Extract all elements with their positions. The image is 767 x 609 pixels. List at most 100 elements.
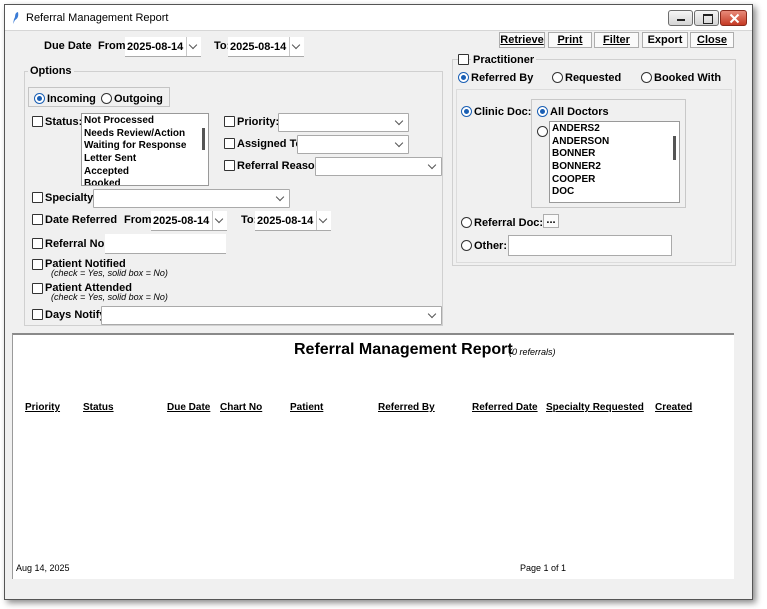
outgoing-radio[interactable]: [101, 93, 112, 104]
doctor-list-item[interactable]: BONNER: [550, 148, 679, 161]
specific-doctor-radio[interactable]: [537, 126, 548, 137]
window-title: Referral Management Report: [26, 12, 169, 24]
referral-doc-radio[interactable]: [461, 217, 472, 228]
referral-no-checkbox[interactable]: [32, 238, 43, 249]
referral-no-input[interactable]: [105, 234, 226, 254]
referral-reason-label: Referral Reason:: [237, 160, 326, 172]
referral-reason-checkbox[interactable]: [224, 160, 235, 171]
ellipsis-label: ...: [546, 214, 556, 226]
booked-with-label: Booked With: [654, 72, 722, 84]
clinic-doc-label: Clinic Doc:: [474, 106, 532, 118]
close-window-button[interactable]: [720, 10, 747, 26]
practitioner-label: Practitioner: [471, 54, 537, 66]
col-patient[interactable]: Patient: [290, 402, 323, 413]
col-referred-by[interactable]: Referred By: [378, 402, 435, 413]
date-referred-from-value: 2025-08-14: [153, 215, 210, 227]
status-list-item[interactable]: Accepted: [82, 166, 208, 179]
chevron-down-icon[interactable]: [212, 211, 227, 230]
col-referred-date[interactable]: Referred Date: [472, 402, 538, 413]
chevron-down-icon[interactable]: [289, 37, 304, 56]
doctor-scrollbar[interactable]: [673, 136, 676, 160]
col-specialty-requested[interactable]: Specialty Requested: [546, 402, 644, 413]
specialty-dropdown[interactable]: [93, 189, 290, 208]
filter-button[interactable]: Filter: [594, 32, 639, 48]
priority-checkbox[interactable]: [224, 116, 235, 127]
print-label: Print: [557, 34, 583, 46]
filter-label: Filter: [603, 34, 630, 46]
doctor-list-item[interactable]: ANDERS2: [550, 123, 679, 136]
status-listbox[interactable]: Not Processed Needs Review/Action Waiting …: [81, 113, 209, 186]
doctor-list-item[interactable]: DOC: [550, 186, 679, 199]
days-notify-label: Days Notify:: [45, 309, 110, 321]
referral-doc-browse-button[interactable]: ...: [543, 214, 559, 228]
assigned-dropdown[interactable]: [297, 135, 409, 154]
col-status[interactable]: Status: [83, 402, 114, 413]
due-from-date[interactable]: 2025-08-14: [125, 37, 201, 57]
date-referred-label: Date Referred: [45, 214, 118, 226]
close-label: Close: [697, 34, 727, 46]
chevron-down-icon[interactable]: [316, 211, 331, 230]
patient-notified-checkbox[interactable]: [32, 259, 43, 270]
close-icon: [729, 13, 740, 24]
report-title: Referral Management Report: [294, 341, 513, 358]
report-preview: Referral Management Report (0 referrals)…: [12, 333, 734, 579]
status-list-item[interactable]: Needs Review/Action: [82, 128, 208, 141]
other-input[interactable]: [508, 235, 672, 256]
date-referred-checkbox[interactable]: [32, 214, 43, 225]
practitioner-checkbox[interactable]: [458, 54, 469, 65]
referred-by-radio[interactable]: [458, 72, 469, 83]
days-notify-checkbox[interactable]: [32, 309, 43, 320]
priority-label: Priority:: [237, 116, 280, 128]
priority-dropdown[interactable]: [278, 113, 409, 132]
patient-notified-hint: (check = Yes, solid box = No): [51, 268, 168, 278]
report-window: Referral Management Report Due Date From…: [4, 4, 753, 600]
status-list-item[interactable]: Not Processed: [82, 115, 208, 128]
print-button[interactable]: Print: [548, 32, 592, 48]
status-list-item[interactable]: Booked: [82, 178, 208, 185]
report-count: (0 referrals): [509, 347, 556, 357]
doctor-list-item[interactable]: COOPER: [550, 174, 679, 187]
col-chart-no[interactable]: Chart No: [220, 402, 262, 413]
status-checkbox[interactable]: [32, 116, 43, 127]
requested-radio[interactable]: [552, 72, 563, 83]
report-footer-date: Aug 14, 2025: [16, 563, 70, 573]
other-radio[interactable]: [461, 240, 472, 251]
export-label: Export: [647, 34, 683, 46]
col-priority[interactable]: Priority: [25, 402, 60, 413]
status-list-item[interactable]: Waiting for Response: [82, 140, 208, 153]
col-due-date[interactable]: Due Date: [167, 402, 210, 413]
date-referred-to-value: 2025-08-14: [257, 215, 314, 227]
maximize-button[interactable]: [694, 10, 719, 26]
retrieve-button[interactable]: Retrieve: [499, 32, 545, 48]
referral-reason-dropdown[interactable]: [315, 157, 442, 176]
incoming-radio[interactable]: [34, 93, 45, 104]
booked-with-radio[interactable]: [641, 72, 652, 83]
referral-no-label: Referral No.:: [45, 238, 112, 250]
requested-label: Requested: [565, 72, 622, 84]
export-button[interactable]: Export: [642, 32, 688, 48]
days-notify-dropdown[interactable]: [101, 306, 442, 325]
status-list-item[interactable]: Letter Sent: [82, 153, 208, 166]
app-icon: [13, 12, 19, 24]
date-referred-from[interactable]: 2025-08-14: [151, 211, 227, 231]
all-doctors-label: All Doctors: [550, 106, 609, 118]
patient-attended-checkbox[interactable]: [32, 283, 43, 294]
doctor-list-item[interactable]: ANDERSON: [550, 136, 679, 149]
clinic-doc-radio[interactable]: [461, 106, 472, 117]
col-created[interactable]: Created: [655, 402, 692, 413]
date-referred-to[interactable]: 2025-08-14: [255, 211, 331, 231]
doctor-list-item[interactable]: BONNER2: [550, 161, 679, 174]
due-date-label: Due Date: [44, 40, 92, 52]
title-bar: Referral Management Report: [5, 5, 752, 31]
report-footer-page: Page 1 of 1: [520, 563, 567, 573]
all-doctors-radio[interactable]: [537, 106, 548, 117]
due-to-date[interactable]: 2025-08-14: [228, 37, 304, 57]
assigned-label: Assigned To:: [237, 138, 306, 150]
assigned-checkbox[interactable]: [224, 138, 235, 149]
specialty-checkbox[interactable]: [32, 192, 43, 203]
chevron-down-icon[interactable]: [186, 37, 201, 56]
close-button[interactable]: Close: [690, 32, 734, 48]
status-scrollbar[interactable]: [202, 128, 205, 150]
doctor-listbox[interactable]: ANDERS2 ANDERSON BONNER BONNER2 COOPER DOC: [549, 121, 680, 203]
minimize-button[interactable]: [668, 10, 693, 26]
